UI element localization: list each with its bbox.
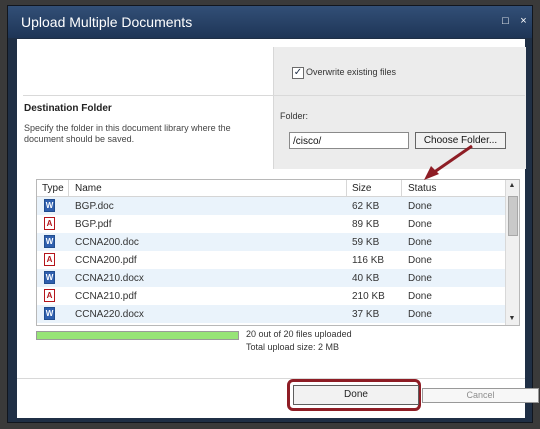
file-size: 59 KB xyxy=(352,237,380,248)
column-divider xyxy=(68,180,69,196)
file-size: 37 KB xyxy=(352,309,380,320)
file-name: BGP.pdf xyxy=(75,219,112,230)
choose-folder-button[interactable]: Choose Folder... xyxy=(415,132,506,149)
file-status: Done xyxy=(408,219,432,230)
table-row: W CCNA200.doc 59 KB Done xyxy=(37,233,505,251)
maximize-icon[interactable]: □ xyxy=(499,15,512,28)
column-divider xyxy=(401,180,402,196)
file-size: 62 KB xyxy=(352,201,380,212)
word-document-icon: W xyxy=(44,307,55,320)
file-name: CCNA210.docx xyxy=(75,273,144,284)
upload-progress-fill xyxy=(37,332,238,339)
file-status: Done xyxy=(408,237,432,248)
file-status: Done xyxy=(408,201,432,212)
total-upload-size: Total upload size: 2 MB xyxy=(246,342,340,352)
column-header-name: Name xyxy=(75,183,102,194)
word-document-icon: W xyxy=(44,271,55,284)
column-header-type: Type xyxy=(42,183,64,194)
upload-summary: 20 out of 20 files uploaded xyxy=(246,329,352,339)
scroll-up-icon[interactable]: ▲ xyxy=(508,182,516,190)
destination-folder-title: Destination Folder xyxy=(24,103,112,114)
close-icon[interactable]: × xyxy=(517,15,530,28)
table-row: A BGP.pdf 89 KB Done xyxy=(37,215,505,233)
file-status: Done xyxy=(408,309,432,320)
file-name: CCNA200.doc xyxy=(75,237,139,248)
file-name: CCNA200.pdf xyxy=(75,255,137,266)
overwrite-label: Overwrite existing files xyxy=(306,67,397,77)
file-size: 116 KB xyxy=(352,255,385,266)
word-document-icon: W xyxy=(44,235,55,248)
destination-folder-description: Specify the folder in this document libr… xyxy=(24,123,231,144)
folder-input[interactable]: /cisco/ xyxy=(289,132,409,149)
pdf-document-icon: A xyxy=(44,289,55,302)
dialog-title: Upload Multiple Documents xyxy=(21,14,193,30)
table-row: A CCNA210.pdf 210 KB Done xyxy=(37,287,505,305)
dialog-title-bar: Upload Multiple Documents □ × xyxy=(8,6,532,38)
file-status: Done xyxy=(408,273,432,284)
file-size: 40 KB xyxy=(352,273,380,284)
table-row: A CCNA200.pdf 116 KB Done xyxy=(37,251,505,269)
file-status: Done xyxy=(408,291,432,302)
dialog-body: ✓ Overwrite existing files Destination F… xyxy=(17,39,539,418)
column-divider xyxy=(346,180,347,196)
file-name: BGP.doc xyxy=(75,201,114,212)
file-name: CCNA210.pdf xyxy=(75,291,137,302)
file-size: 210 KB xyxy=(352,291,385,302)
section-divider xyxy=(23,95,525,96)
file-name: CCNA220.docx xyxy=(75,309,144,320)
file-size: 89 KB xyxy=(352,219,380,230)
table-row: W CCNA210.docx 40 KB Done xyxy=(37,269,505,287)
footer-divider xyxy=(17,378,525,379)
done-button[interactable]: Done xyxy=(293,385,419,405)
upload-dialog: Upload Multiple Documents □ × ✓ Overwrit… xyxy=(7,5,539,423)
table-scrollbar[interactable]: ▲ ▼ xyxy=(505,180,519,325)
table-row: W BGP.doc 62 KB Done xyxy=(37,197,505,215)
scroll-down-icon[interactable]: ▼ xyxy=(508,315,516,323)
file-status: Done xyxy=(408,255,432,266)
cancel-button[interactable]: Cancel xyxy=(422,388,539,403)
folder-label: Folder: xyxy=(280,111,309,121)
column-header-size: Size xyxy=(352,183,372,194)
word-document-icon: W xyxy=(44,199,55,212)
table-row: W CCNA220.docx 37 KB Done xyxy=(37,305,505,323)
uploaded-files-table: Type Name Size Status W BGP.doc 62 KB Done A… xyxy=(36,179,520,326)
column-header-status: Status xyxy=(408,183,437,194)
table-header: Type Name Size Status xyxy=(37,180,505,197)
upload-progress-bar xyxy=(36,331,239,340)
pdf-document-icon: A xyxy=(44,253,55,266)
scroll-thumb[interactable] xyxy=(508,196,518,236)
destination-options-panel: ✓ Overwrite existing files xyxy=(273,47,526,169)
overwrite-checkbox[interactable]: ✓ xyxy=(292,67,304,79)
pdf-document-icon: A xyxy=(44,217,55,230)
screenshot-frame: Upload Multiple Documents □ × ✓ Overwrit… xyxy=(0,0,540,429)
